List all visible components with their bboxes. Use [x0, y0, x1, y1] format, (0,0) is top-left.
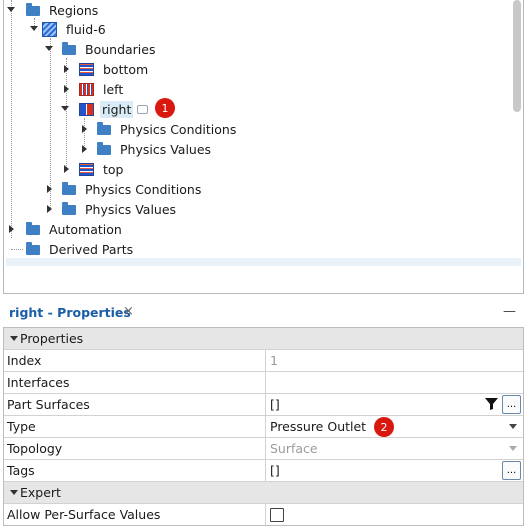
comment-icon — [137, 104, 149, 114]
region-icon — [42, 21, 57, 37]
tree-item-bottom[interactable]: bottom — [4, 59, 148, 79]
property-value[interactable]: [] — [270, 397, 280, 412]
tree-item-region-physics-values[interactable]: Physics Values — [4, 199, 176, 219]
folder-icon — [97, 122, 111, 135]
minimize-icon[interactable]: — — [503, 304, 516, 319]
property-row-index: Index 1 — [4, 350, 523, 372]
property-name: Interfaces — [7, 375, 70, 390]
callout-badge-1: 1 — [155, 98, 175, 118]
tree-status-strip — [6, 258, 521, 266]
tree-item-label: right — [100, 100, 134, 118]
properties-table: Properties Index 1 Interfaces Part Surfa… — [3, 327, 524, 526]
tree-item-label: Regions — [49, 2, 99, 18]
expand-toggle-icon[interactable] — [64, 85, 69, 93]
property-name: Tags — [7, 463, 35, 478]
category-row-expert[interactable]: Expert — [4, 482, 523, 504]
close-icon[interactable]: × — [123, 304, 134, 319]
property-row-interfaces: Interfaces — [4, 372, 523, 394]
type-dropdown-value[interactable]: Pressure Outlet — [270, 419, 366, 434]
property-row-tags: Tags [] ... — [4, 460, 523, 482]
property-name: Topology — [7, 441, 63, 456]
topology-dropdown-value: Surface — [270, 441, 318, 456]
tree-item-left[interactable]: left — [4, 79, 123, 99]
collapse-toggle-icon[interactable] — [45, 46, 53, 51]
expand-toggle-icon[interactable] — [64, 65, 69, 73]
folder-icon — [26, 222, 40, 235]
tree-item-label: Derived Parts — [49, 241, 134, 257]
ellipsis-button[interactable]: ... — [502, 461, 521, 480]
tree-item-label: bottom — [103, 61, 149, 77]
tree-item-derived-parts[interactable]: Derived Parts — [4, 239, 133, 259]
dropdown-arrow-icon[interactable] — [509, 424, 517, 429]
vertical-scrollbar[interactable] — [513, 0, 521, 112]
property-row-topology: Topology Surface — [4, 438, 523, 460]
property-name: Allow Per-Surface Values — [7, 507, 161, 522]
tree-item-label: top — [103, 161, 124, 177]
tree-item-label: Physics Values — [85, 201, 177, 217]
collapse-caret-icon[interactable] — [10, 490, 18, 495]
property-name: Index — [7, 353, 42, 368]
boundary-icon — [79, 102, 94, 116]
tree-item-right[interactable]: right — [4, 99, 149, 119]
property-name: Type — [7, 419, 36, 434]
property-value: 1 — [270, 353, 278, 368]
tree-item-physics-conditions[interactable]: Physics Conditions — [4, 119, 236, 139]
expand-toggle-icon[interactable] — [82, 145, 87, 153]
tree-item-regions[interactable]: Regions — [4, 0, 98, 20]
boundary-icon — [79, 82, 94, 96]
collapse-toggle-icon[interactable] — [30, 26, 38, 31]
category-label: Properties — [20, 331, 84, 346]
property-row-part-surfaces: Part Surfaces [] ... — [4, 394, 523, 416]
tree-item-boundaries[interactable]: Boundaries — [4, 39, 155, 59]
tree-item-label: Boundaries — [85, 41, 156, 57]
category-label: Expert — [20, 485, 61, 500]
property-row-type: Type Pressure Outlet 2 — [4, 416, 523, 438]
expand-toggle-icon[interactable] — [47, 185, 52, 193]
expand-toggle-icon[interactable] — [9, 225, 14, 233]
tree-item-top[interactable]: top — [4, 159, 123, 179]
callout-badge-2: 2 — [374, 417, 394, 437]
folder-icon — [26, 242, 40, 255]
folder-icon — [62, 202, 76, 215]
tree-item-label: Physics Conditions — [85, 181, 202, 197]
collapse-caret-icon[interactable] — [10, 336, 18, 341]
properties-tab-title[interactable]: right - Properties — [9, 305, 131, 320]
folder-icon — [62, 42, 76, 55]
tree-item-label: left — [103, 81, 124, 97]
collapse-toggle-icon[interactable] — [7, 7, 15, 12]
folder-icon — [97, 142, 111, 155]
tree-item-label: Physics Values — [120, 141, 212, 157]
tree-item-label: fluid-6 — [66, 21, 106, 37]
properties-panel-header: right - Properties × — — [0, 302, 525, 324]
expand-toggle-icon[interactable] — [64, 165, 69, 173]
tree-item-automation[interactable]: Automation — [4, 219, 122, 239]
allow-per-surface-checkbox[interactable] — [270, 508, 284, 522]
ellipsis-button[interactable]: ... — [502, 395, 521, 414]
tree-item-fluid-6[interactable]: fluid-6 — [4, 19, 106, 39]
property-row-allow-per-surface-values: Allow Per-Surface Values — [4, 504, 523, 525]
expand-toggle-icon[interactable] — [82, 125, 87, 133]
property-name: Part Surfaces — [7, 397, 90, 412]
folder-icon — [26, 3, 40, 16]
folder-icon — [62, 182, 76, 195]
collapse-toggle-icon[interactable] — [61, 106, 69, 111]
category-row-properties[interactable]: Properties — [4, 328, 523, 350]
tree-item-physics-values[interactable]: Physics Values — [4, 139, 211, 159]
expand-toggle-icon[interactable] — [47, 205, 52, 213]
filter-icon[interactable] — [483, 395, 500, 412]
boundary-icon — [79, 162, 94, 176]
tree-item-label: Physics Conditions — [120, 121, 237, 137]
simulation-tree-panel: Regions fluid-6 Boundaries bottom left r… — [3, 0, 524, 294]
boundary-icon — [79, 62, 94, 76]
tree-item-region-physics-conditions[interactable]: Physics Conditions — [4, 179, 201, 199]
property-value[interactable]: [] — [270, 463, 280, 478]
tree-item-label: Automation — [49, 221, 122, 237]
dropdown-arrow-icon — [509, 446, 517, 451]
